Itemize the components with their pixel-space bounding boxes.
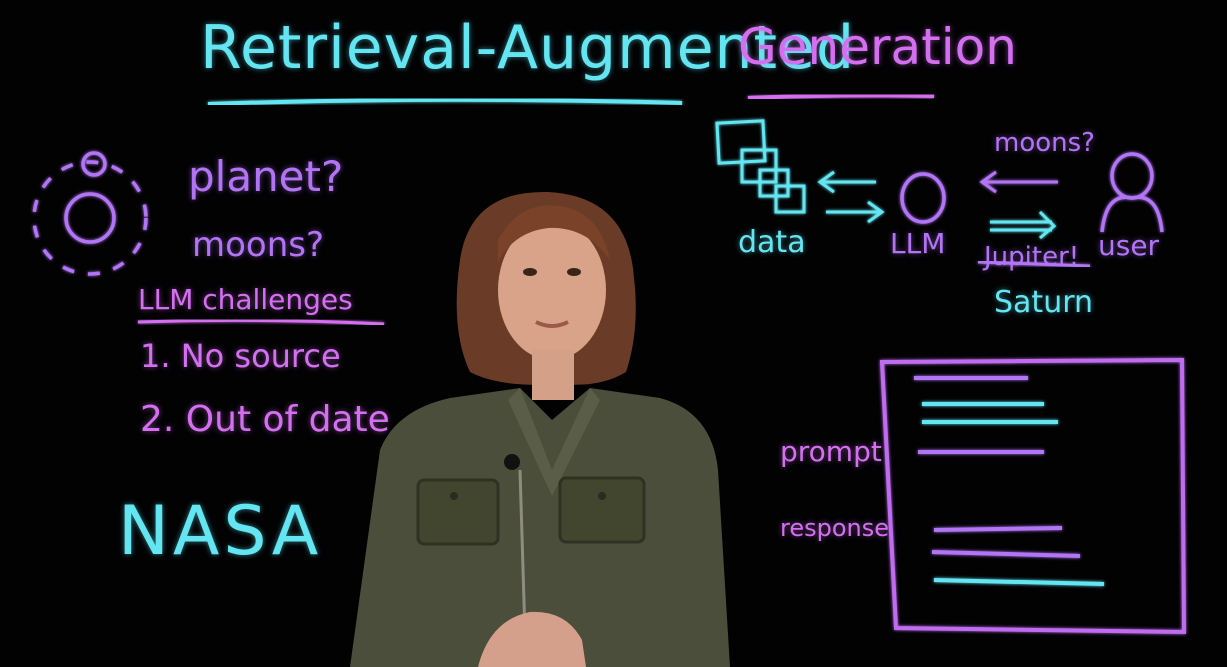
challenges-underline — [137, 318, 385, 326]
response-line-3 — [933, 578, 1105, 586]
strike-line — [977, 260, 1091, 268]
presenter-silhouette — [350, 191, 730, 667]
lightboard: Retrieval-Augmented Generation planet? m… — [0, 0, 1227, 667]
arrow-data-to-llm — [826, 200, 885, 224]
arrow-llm-to-user — [990, 210, 1057, 240]
person-icon — [1100, 152, 1164, 233]
board-drawings — [32, 93, 1187, 667]
title-underline-magenta — [747, 93, 935, 100]
prompt-box — [879, 357, 1187, 635]
response-line-1 — [933, 526, 1063, 532]
planet-with-moons-icon — [32, 151, 148, 276]
circle-llm-icon — [900, 172, 946, 224]
arrow-llm-to-data — [817, 170, 876, 194]
title-underline-cyan — [207, 97, 683, 106]
response-line-2 — [931, 550, 1081, 558]
arrow-user-to-llm — [979, 170, 1058, 194]
stacked-documents-icon — [715, 119, 806, 214]
